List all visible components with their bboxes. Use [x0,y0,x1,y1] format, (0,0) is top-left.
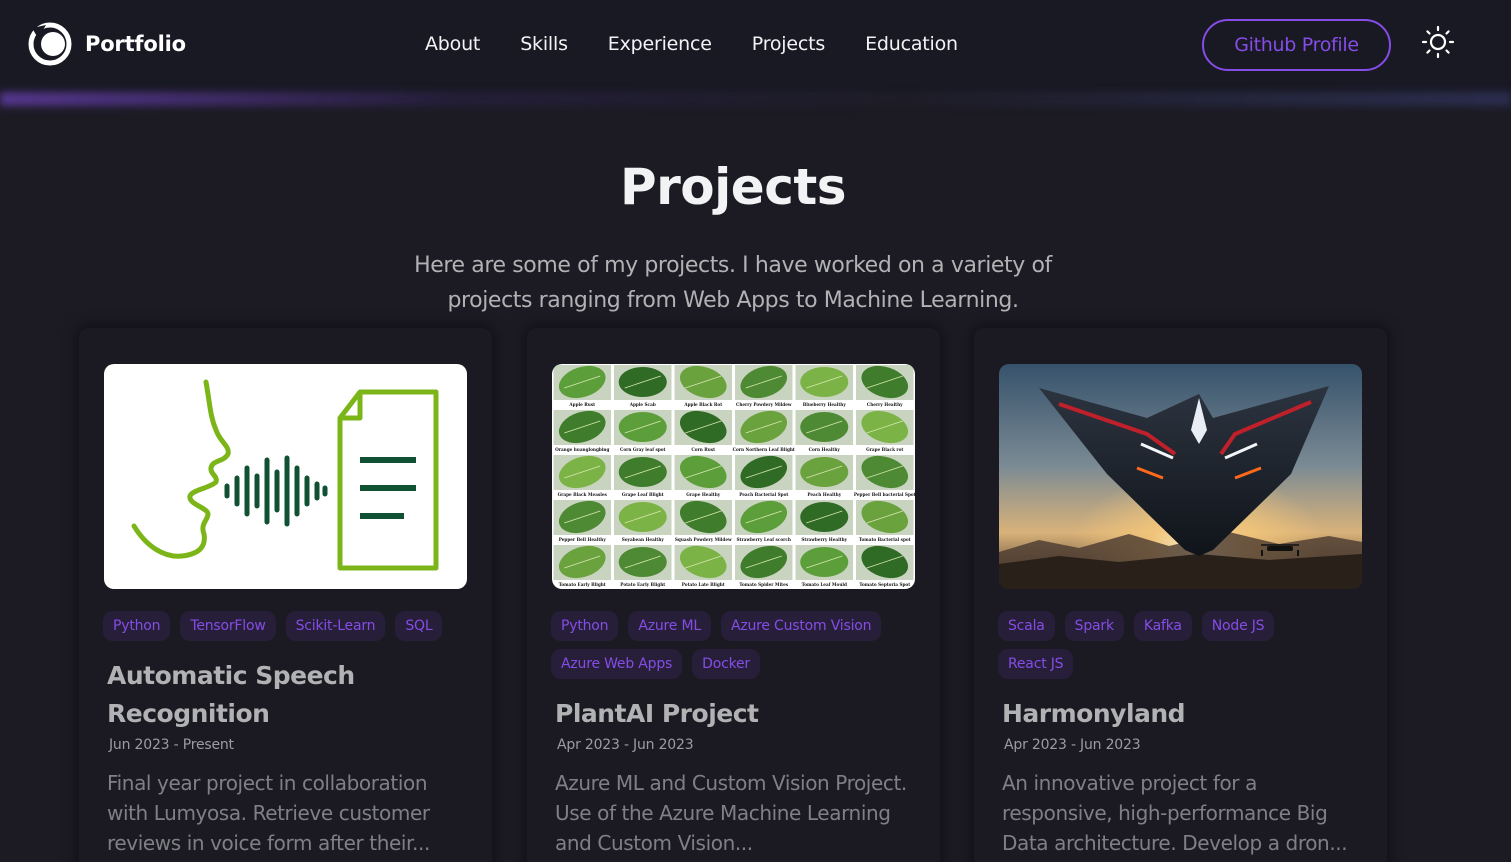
tag: Kafka [1133,611,1192,641]
project-image [104,364,467,589]
nav-link-projects[interactable]: Projects [752,31,826,57]
leaf-label: Grape Leaf Blight [622,492,664,497]
leaf-thumbnail: Orange huanglongbing [553,410,611,452]
leaf-thumbnail: Tomato Septoria Spot [856,545,914,587]
plant-leaf-grid-image: Apple Rust Apple Scab Apple Black Rot Cherr… [552,364,915,589]
leaf-label: Peach Bacterial Spot [739,492,788,497]
leaf-thumbnail: Grape Black rot [856,410,914,452]
logo-text: Portfolio [85,32,186,56]
tag: Scikit-Learn [285,611,386,641]
leaf-label: Cherry Healthy [867,402,903,407]
project-description: Azure ML and Custom Vision Project. Use … [555,771,907,855]
project-card-speech-recognition[interactable]: Python TensorFlow Scikit-Learn SQL Autom… [79,328,492,862]
leaf-thumbnail: Tomato Spider Mites [735,545,793,587]
leaf-thumbnail: Grape Healthy [674,455,732,497]
navbar-glow [0,92,1511,106]
leaf-label: Grape Healthy [686,492,720,497]
tag: Azure Web Apps [551,649,683,679]
leaf-label: Corn Rust [691,447,715,452]
tag: Azure ML [628,611,711,641]
leaf-thumbnail: Peach Bacterial Spot [735,455,793,497]
nav-links: About Skills Experience Projects Educati… [425,31,958,57]
project-image [999,364,1362,589]
leaf-label: Squash Powdery Mildew [675,537,732,542]
navbar: Portfolio About Skills Experience Projec… [0,0,1511,92]
leaf-label: Cherry Powdery Mildew [736,402,792,407]
github-profile-button[interactable]: Github Profile [1202,19,1391,71]
leaf-label: Tomato Spider Mites [739,582,788,587]
leaf-label: Soyabean Healthy [622,537,665,542]
project-card-harmonyland[interactable]: Scala Spark Kafka Node JS React JS Harmo… [974,328,1387,862]
tag-list: Python Azure ML Azure Custom Vision Azur… [551,611,921,687]
tag: Docker [692,649,760,679]
leaf-thumbnail: Squash Powdery Mildew [674,500,732,542]
leaf-label: Corn Healthy [809,447,841,452]
nav-link-experience[interactable]: Experience [608,31,712,57]
leaf-label: Corn Northern Leaf Blight [733,447,795,452]
leaf-label: Tomato Early Blight [559,582,606,587]
tag: TensorFlow [180,611,276,641]
leaf-label: Apple Black Rot [683,402,722,407]
tag: SQL [395,611,443,641]
leaf-label: Corn Gray leaf spot [620,447,666,452]
speech-to-text-icon [104,364,467,589]
leaf-label: Pepper Bell Healthy [559,537,607,542]
tag: Python [103,611,171,641]
leaf-label: Tomato Leaf Mould [802,582,847,587]
tag-list: Scala Spark Kafka Node JS React JS [998,611,1368,687]
leaf-label: Strawberry Leaf scorch [737,537,791,542]
project-title: Harmonyland [1002,699,1186,728]
tag: Scala [998,611,1055,641]
leaf-label: Potato Early Blight [620,582,665,587]
leaf-label: Blueberry Healthy [803,402,847,407]
nav-link-education[interactable]: Education [865,31,958,57]
leaf-thumbnail: Strawberry Leaf scorch [735,500,793,542]
logo-icon [28,22,72,66]
leaf-thumbnail: Corn Northern Leaf Blight [733,410,795,452]
leaf-label: Orange huanglongbing [555,447,609,452]
leaf-label: Tomato Septoria Spot [859,582,910,587]
project-description: An innovative project for a responsive, … [1002,771,1348,855]
logo[interactable]: Portfolio [28,22,186,66]
leaf-thumbnail: Pepper Bell bacterial Spot [854,455,915,497]
tag-list: Python TensorFlow Scikit-Learn SQL [103,611,473,649]
project-title: Automatic Speech Recognition [107,661,355,728]
nav-link-about[interactable]: About [425,31,480,57]
page-description: Here are some of my projects. I have wor… [414,253,1052,313]
leaf-thumbnail: Corn Rust [674,410,732,452]
project-title: PlantAI Project [555,699,759,728]
leaf-label: Strawberry Healthy [801,537,847,542]
project-card-plantai[interactable]: Apple Rust Apple Scab Apple Black Rot Cherr… [527,328,940,862]
project-image: Apple Rust Apple Scab Apple Black Rot Cherr… [552,364,915,589]
leaf-label: Tomato Bacterial spot [859,537,911,542]
leaf-label: Pepper Bell bacterial Spot [854,492,915,497]
tag: Spark [1064,611,1124,641]
leaf-thumbnail: Pepper Bell Healthy [553,500,611,542]
leaf-label: Apple Scab [629,402,656,407]
card-body: PlantAI Project Apr 2023 - Jun 2023 Azur… [555,695,915,858]
leaf-thumbnail: Potato Late Blight [674,545,732,587]
tag: React JS [998,649,1074,679]
leaf-label: Apple Rust [568,402,595,407]
leaf-thumbnail: Grape Black Measles [553,455,611,497]
project-date: Jun 2023 - Present [109,737,234,753]
leaf-label: Peach Healthy [807,492,841,497]
tag: Node JS [1201,611,1275,641]
futuristic-aircraft-image [999,364,1362,589]
tag: Python [551,611,619,641]
card-body: Harmonyland Apr 2023 - Jun 2023 An innov… [1002,695,1362,858]
leaf-label: Potato Late Blight [682,582,725,587]
nav-link-skills[interactable]: Skills [520,31,568,57]
leaf-label: Grape Black Measles [558,492,608,497]
card-body: Automatic Speech Recognition Jun 2023 - … [107,657,467,858]
project-date: Apr 2023 - Jun 2023 [557,737,694,753]
project-date: Apr 2023 - Jun 2023 [1004,737,1141,753]
leaf-thumbnail: Tomato Bacterial spot [856,500,914,542]
page-title: Projects [619,158,847,216]
leaf-thumbnail: Tomato Early Blight [553,545,611,587]
leaf-label: Grape Black rot [866,447,903,452]
project-description: Final year project in collaboration with… [107,771,430,855]
tag: Azure Custom Vision [720,611,882,641]
sun-icon[interactable] [1421,25,1455,59]
